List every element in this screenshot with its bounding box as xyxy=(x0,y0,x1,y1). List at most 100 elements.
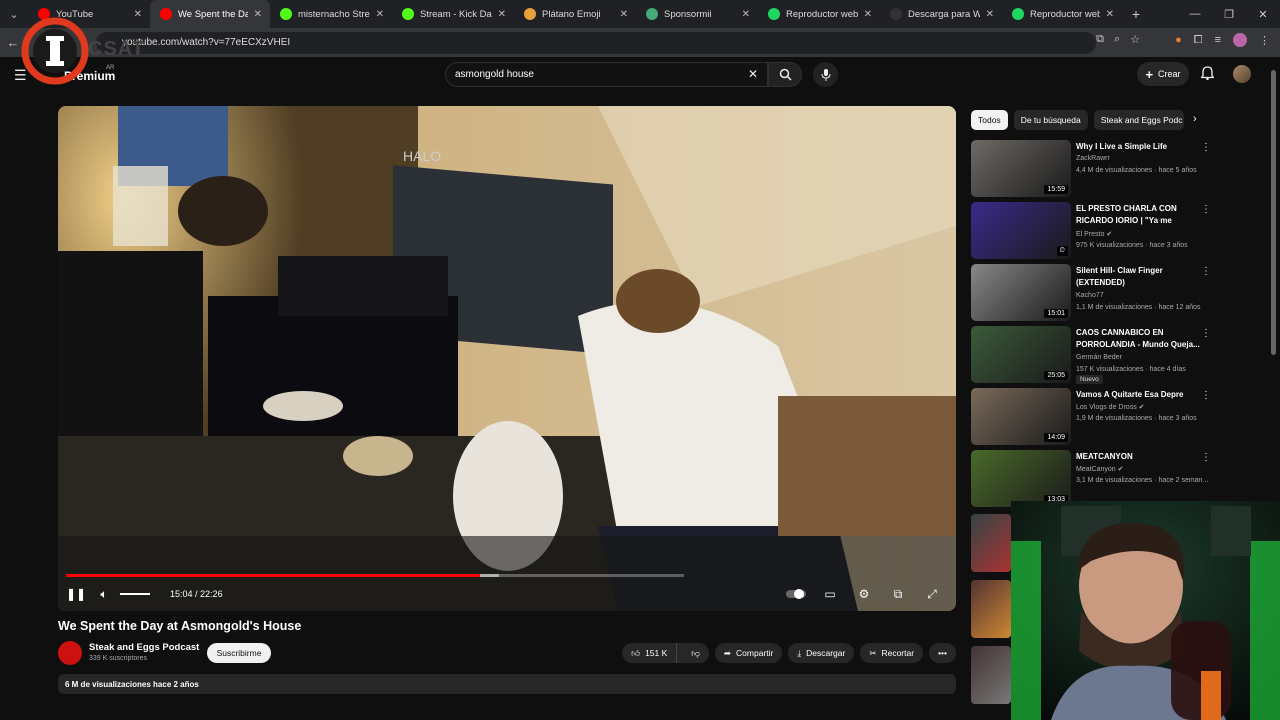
like-button[interactable]: 👍︎ 151 K xyxy=(622,643,678,663)
new-tab-button[interactable]: + xyxy=(1122,6,1150,22)
recommendation-channel[interactable]: Kacho77 xyxy=(1076,292,1104,299)
restore-icon[interactable]: ❐ xyxy=(1212,0,1246,28)
fullscreen-icon[interactable]: ⤢ xyxy=(918,587,946,602)
recommendation-item[interactable]: 15:01 Silent Hill- Claw Finger (EXTENDED)… xyxy=(971,264,1221,326)
channel-avatar[interactable] xyxy=(58,641,82,665)
recommendation-channel[interactable]: Germán Beder xyxy=(1076,354,1122,361)
thumbnail[interactable] xyxy=(971,580,1011,638)
thumbs-down-icon: 👎︎ xyxy=(691,647,700,658)
recommendation-channel[interactable]: Los Vlogs de Dross ✔ xyxy=(1076,403,1145,411)
browser-menu-icon[interactable]: ⋮ xyxy=(1259,34,1270,47)
subscribe-button[interactable]: Suscribirme xyxy=(207,643,271,663)
video-thumbnail[interactable]: 14:09 xyxy=(971,388,1071,445)
more-vertical-icon[interactable]: ⋮ xyxy=(1201,204,1211,215)
recommendation-title[interactable]: MEATCANYON xyxy=(1076,451,1201,463)
recommendation-title[interactable]: Why I Live a Simple Life xyxy=(1076,141,1201,153)
clear-search-icon[interactable]: ✕ xyxy=(748,67,758,81)
tab-close-icon[interactable]: ✕ xyxy=(134,9,142,20)
zoom-icon[interactable]: ⌕ xyxy=(1114,33,1120,46)
like-count: 151 K xyxy=(645,648,668,658)
user-avatar[interactable] xyxy=(1233,65,1251,83)
create-button[interactable]: + Crear xyxy=(1137,62,1189,86)
browser-tab[interactable]: misternacho Stream ✕ xyxy=(270,0,392,28)
dislike-button[interactable]: 👎︎ xyxy=(682,648,709,659)
watch-later-icon[interactable]: ⏲ xyxy=(1056,246,1068,256)
volume-slider[interactable] xyxy=(120,593,150,595)
browser-profile-avatar[interactable] xyxy=(1233,33,1247,47)
close-window-icon[interactable]: ✕ xyxy=(1246,0,1280,28)
more-vertical-icon[interactable]: ⋮ xyxy=(1201,452,1211,463)
tab-close-icon[interactable]: ✕ xyxy=(864,9,872,20)
share-button[interactable]: ➦ Compartir xyxy=(714,643,783,663)
recommendation-channel[interactable]: El Presto ✔ xyxy=(1076,230,1112,238)
minimize-icon[interactable]: — xyxy=(1178,0,1212,28)
more-vertical-icon[interactable]: ⋮ xyxy=(1201,266,1211,277)
recommendation-title[interactable]: CAOS CANNABICO EN PORROLANDIA - Mundo Qu… xyxy=(1076,327,1201,350)
channel-name-text: MeatCanyon xyxy=(1076,466,1116,473)
channel-name[interactable]: Steak and Eggs Podcast xyxy=(89,642,199,653)
media-control-icon[interactable]: ≡ xyxy=(1215,34,1221,46)
filter-chip[interactable]: De tu búsqueda xyxy=(1013,110,1088,130)
recommendation-item[interactable]: 25:05 CAOS CANNABICO EN PORROLANDIA - Mun… xyxy=(971,326,1221,388)
address-bar[interactable]: youtube.com/watch?v=77eECXzVHEI xyxy=(96,31,1096,54)
video-thumbnail[interactable]: 25:05 xyxy=(971,326,1071,383)
voice-search-button[interactable] xyxy=(813,62,838,87)
video-thumbnail[interactable]: 15:59 xyxy=(971,140,1071,197)
page-scrollbar[interactable] xyxy=(1271,70,1276,355)
tab-close-icon[interactable]: ✕ xyxy=(254,9,262,20)
channel-name-text: Germán Beder xyxy=(1076,354,1122,361)
more-actions-button[interactable]: ••• xyxy=(929,643,956,663)
description-box[interactable]: 6 M de visualizaciones hace 2 años xyxy=(58,674,956,694)
recommendation-item[interactable]: ⏲ EL PRESTO CHARLA CON RICARDO IORIO | "Y… xyxy=(971,202,1221,264)
pause-icon[interactable]: ❚❚ xyxy=(62,587,90,601)
recommendation-item[interactable]: 15:59 Why I Live a Simple Life ZackRawrr 4,… xyxy=(971,140,1221,202)
recommendation-item[interactable]: 14:09 Vamos A Quitarte Esa Depre Los Vlogs… xyxy=(971,388,1221,450)
download-button[interactable]: ⤓ Descargar xyxy=(788,643,855,663)
more-vertical-icon[interactable]: ⋮ xyxy=(1201,328,1211,339)
chevron-right-icon[interactable]: › xyxy=(1193,113,1197,125)
browser-tab[interactable]: Sponsormii ✕ xyxy=(636,0,758,28)
browser-tab[interactable]: Plátano Emoji ✕ xyxy=(514,0,636,28)
notifications-bell-icon[interactable] xyxy=(1199,66,1216,83)
tab-close-icon[interactable]: ✕ xyxy=(986,9,994,20)
tab-close-icon[interactable]: ✕ xyxy=(742,9,750,20)
tab-close-icon[interactable]: ✕ xyxy=(376,9,384,20)
bookmark-star-icon[interactable]: ☆ xyxy=(1130,33,1140,46)
settings-gear-icon[interactable]: ⚙ xyxy=(850,587,878,601)
youtube-header: ☰ Premium AR asmongold house ✕ + Crear xyxy=(0,57,1280,93)
recommendation-channel[interactable]: MeatCanyon ✔ xyxy=(1076,465,1124,473)
recommendation-channel[interactable]: ZackRawrr xyxy=(1076,155,1110,162)
tab-close-icon[interactable]: ✕ xyxy=(1106,9,1114,20)
subtitles-icon[interactable]: ▭ xyxy=(816,587,844,601)
video-thumbnail[interactable]: 15:01 xyxy=(971,264,1071,321)
browser-tab[interactable]: Stream - Kick Dashb ✕ xyxy=(392,0,514,28)
browser-tab[interactable]: Reproductor web de ✕ xyxy=(1002,0,1122,28)
miniplayer-icon[interactable]: ⧉ xyxy=(884,587,912,602)
search-input[interactable]: asmongold house xyxy=(445,62,768,87)
thumbnail[interactable] xyxy=(971,646,1011,704)
more-vertical-icon[interactable]: ⋮ xyxy=(1201,142,1211,153)
extension-orange-icon[interactable]: ● xyxy=(1175,34,1182,46)
search-button[interactable] xyxy=(768,62,802,87)
recommendation-title[interactable]: Silent Hill- Claw Finger (EXTENDED) xyxy=(1076,265,1201,288)
more-vertical-icon[interactable]: ⋮ xyxy=(1201,390,1211,401)
filter-chip[interactable]: Todos xyxy=(971,110,1008,130)
recommendation-title[interactable]: EL PRESTO CHARLA CON RICARDO IORIO | "Ya… xyxy=(1076,203,1201,227)
extensions-puzzle-icon[interactable]: ⧠ xyxy=(1194,34,1203,47)
cast-icon[interactable]: ⧉ xyxy=(1096,33,1104,46)
video-thumbnail[interactable]: 13:03 xyxy=(971,450,1071,507)
clip-button[interactable]: ✂ Recortar xyxy=(860,643,924,663)
autoplay-toggle-icon[interactable] xyxy=(782,589,810,599)
recommendation-title[interactable]: Vamos A Quitarte Esa Depre xyxy=(1076,389,1201,401)
video-player[interactable]: HALO ❚❚ 🔈︎ 15:04 / 22:26 ▭ ⚙ ⧉ ⤢ xyxy=(58,106,956,611)
browser-tab[interactable]: Descarga para Windo ✕ xyxy=(880,0,1002,28)
filter-chip[interactable]: Steak and Eggs Podc xyxy=(1093,110,1184,130)
thumbnail[interactable] xyxy=(971,514,1011,572)
tab-close-icon[interactable]: ✕ xyxy=(620,9,628,20)
browser-tab[interactable]: We Spent the Day ✕ xyxy=(150,0,270,28)
channel-name-text: Los Vlogs de Dross xyxy=(1076,404,1137,411)
video-thumbnail[interactable]: ⏲ xyxy=(971,202,1071,259)
volume-icon[interactable]: 🔈︎ xyxy=(90,587,118,602)
browser-tab[interactable]: Reproductor web de ✕ xyxy=(758,0,880,28)
tab-close-icon[interactable]: ✕ xyxy=(498,9,506,20)
